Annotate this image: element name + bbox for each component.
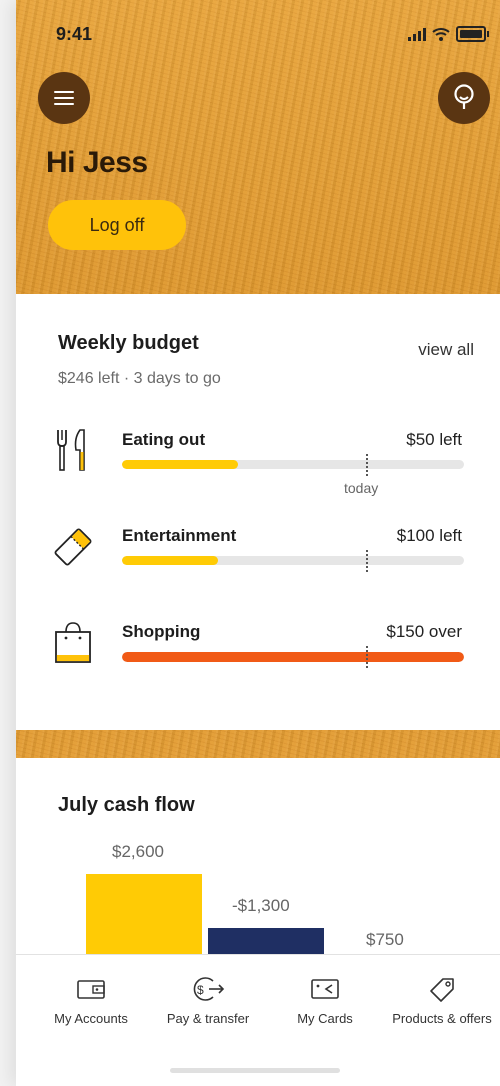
progress-track xyxy=(122,652,464,662)
hamburger-icon xyxy=(54,91,74,105)
category-amount: $150 over xyxy=(386,622,462,641)
progress-fill xyxy=(122,460,239,469)
tab-label: My Cards xyxy=(297,1011,353,1026)
category-name: Entertainment xyxy=(122,526,237,545)
category-name: Shopping xyxy=(122,622,201,641)
today-label: today xyxy=(344,480,379,496)
progress-fill xyxy=(122,556,218,565)
tab-my-cards[interactable]: My Cards xyxy=(260,975,390,1026)
lightbulb-icon xyxy=(454,84,474,109)
category-name: Eating out xyxy=(122,430,206,449)
cash-flow-title: July cash flow xyxy=(58,794,195,816)
wallet-icon xyxy=(77,980,105,999)
tab-label: Pay & transfer xyxy=(166,1011,250,1026)
weekly-budget-card: Weekly budget view all $246 left · 3 day… xyxy=(16,294,500,730)
budget-row-shopping[interactable]: Shopping $150 over xyxy=(16,620,500,700)
budget-row-entertainment[interactable]: Entertainment $100 left xyxy=(16,524,500,604)
progress-track xyxy=(122,460,464,469)
status-time: 9:41 xyxy=(56,24,93,44)
shopping-bag-icon xyxy=(55,622,91,663)
menu-button[interactable] xyxy=(38,72,90,124)
category-amount: $100 left xyxy=(396,526,462,545)
card-icon xyxy=(311,979,339,999)
wifi-icon xyxy=(432,28,450,41)
signal-icon xyxy=(408,27,426,41)
tag-icon xyxy=(430,978,454,1002)
budget-row-eating-out[interactable]: Eating out $50 left today xyxy=(16,428,500,508)
view-all-link[interactable]: view all xyxy=(418,340,474,360)
tab-pay-transfer[interactable]: $ Pay & transfer xyxy=(143,975,273,1026)
home-indicator xyxy=(170,1068,340,1073)
budget-summary: $246 left · 3 days to go xyxy=(58,370,221,387)
today-marker xyxy=(366,454,368,476)
weekly-budget-title: Weekly budget xyxy=(58,332,199,354)
tab-label: Products & offers xyxy=(392,1011,492,1026)
bottom-tab-bar: My Accounts $ Pay & transfer My Cards Pr… xyxy=(16,954,500,1086)
income-label: $2,600 xyxy=(112,842,164,861)
battery-icon xyxy=(456,26,489,42)
today-marker xyxy=(366,646,368,668)
category-amount: $50 left xyxy=(406,430,462,449)
tab-my-accounts[interactable]: My Accounts xyxy=(26,975,156,1026)
net-label: $750 xyxy=(366,930,404,949)
pay-transfer-icon: $ xyxy=(193,977,225,1001)
svg-text:$: $ xyxy=(197,983,204,997)
tab-products-offers[interactable]: Products & offers xyxy=(377,975,500,1026)
tab-label: My Accounts xyxy=(54,1011,128,1026)
status-bar: 9:41 xyxy=(56,22,489,48)
progress-fill xyxy=(122,652,464,662)
spending-label: -$1,300 xyxy=(232,896,290,915)
app-screen: 9:41 Hi Jess Log off Weekly budget view … xyxy=(16,0,500,1086)
status-icons xyxy=(408,26,489,42)
help-button[interactable] xyxy=(438,72,490,124)
ticket-icon xyxy=(54,528,92,566)
log-off-button[interactable]: Log off xyxy=(48,200,186,250)
greeting-title: Hi Jess xyxy=(46,146,148,179)
cutlery-icon xyxy=(57,429,85,471)
today-marker xyxy=(366,550,368,572)
progress-track xyxy=(122,556,464,565)
